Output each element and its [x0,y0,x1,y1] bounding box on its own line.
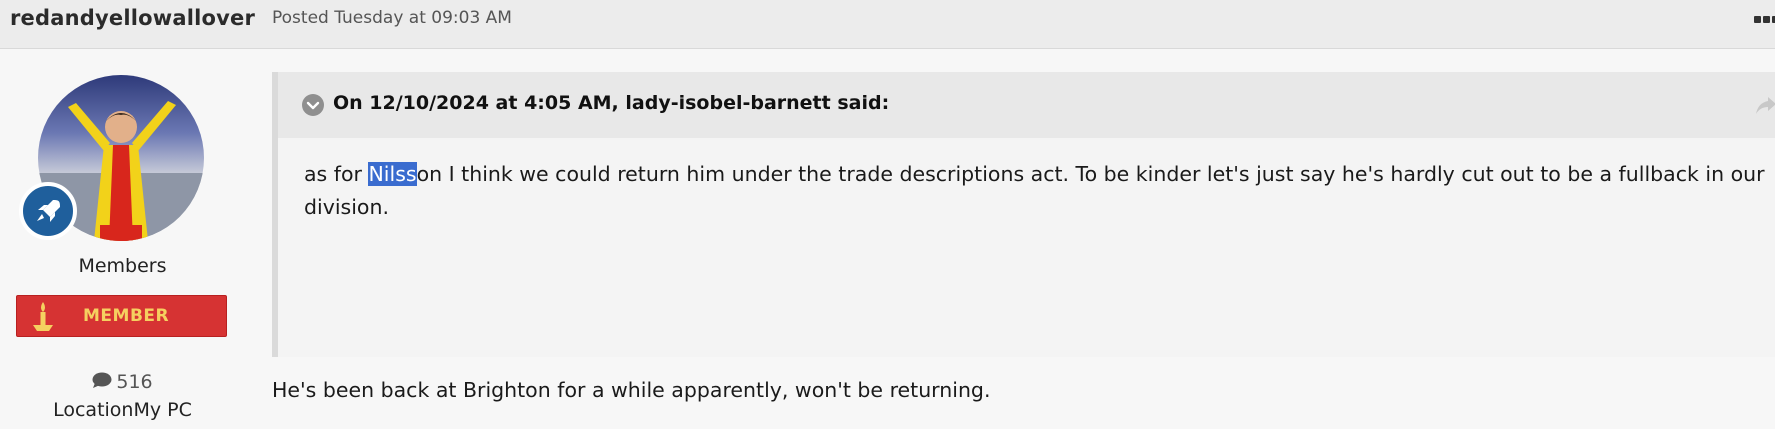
post-header: redandyellowallover Posted Tuesday at 09… [0,0,1775,49]
post-content: He's been back at Brighton for a while a… [272,378,991,402]
quote-text-rest: on I think we could return him under the… [416,162,1765,186]
post-count: 516 [0,371,245,394]
author-panel: Members MEMBER 516 LocationMy PC [0,49,245,429]
author-username[interactable]: redandyellowallover [10,6,255,30]
rocket-icon [19,182,77,240]
selected-text[interactable]: Nilss [368,162,417,186]
quote-header: On 12/10/2024 at 4:05 AM, lady-isobel-ba… [278,72,1775,138]
speech-bubble-icon [92,372,112,394]
post-count-value: 516 [116,371,153,393]
chevron-down-icon[interactable] [302,94,324,116]
quote-line-2: division. [304,195,389,219]
quote-text-start: as for [304,162,369,186]
quote-body: as for Nilsson I think we could return h… [304,158,1775,224]
quote-block: On 12/10/2024 at 4:05 AM, lady-isobel-ba… [272,72,1775,357]
member-group-badge[interactable]: MEMBER [16,295,227,337]
member-group-title: Members [78,255,167,277]
quote-line-1: as for Nilsson I think we could return h… [304,158,1775,191]
post-timestamp[interactable]: Posted Tuesday at 09:03 AM [272,8,512,28]
ellipsis-icon[interactable] [1754,16,1775,24]
quote-citation[interactable]: On 12/10/2024 at 4:05 AM, lady-isobel-ba… [333,92,889,114]
author-location: LocationMy PC [53,399,192,421]
member-badge-label: MEMBER [83,306,170,326]
candle-emblem-icon [31,301,55,333]
share-arrow-icon[interactable] [1754,94,1775,116]
